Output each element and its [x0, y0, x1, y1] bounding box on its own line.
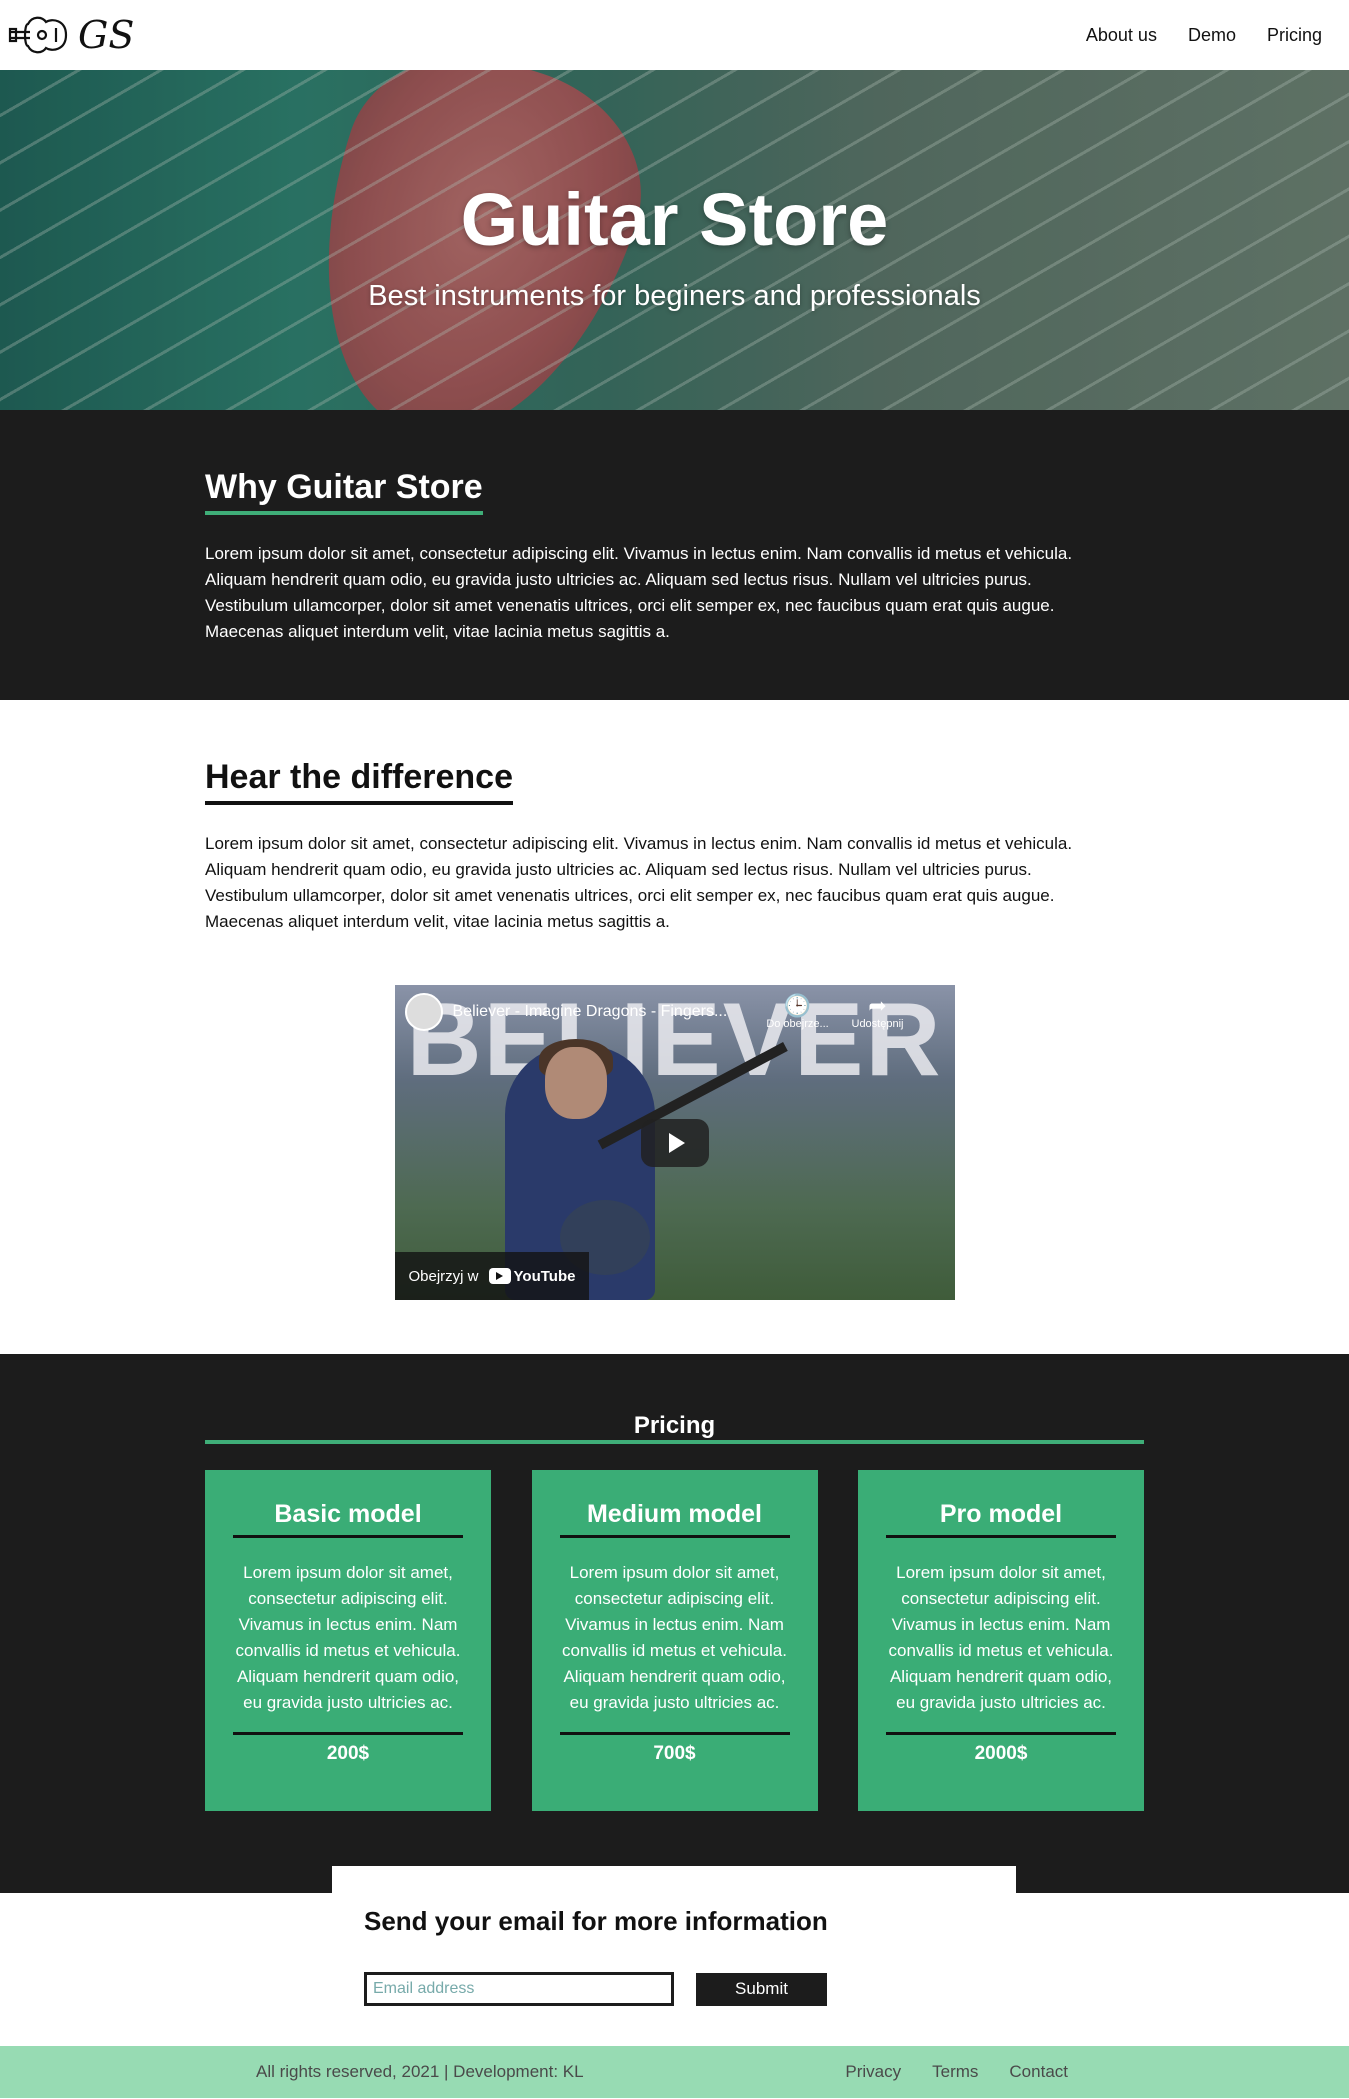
card-description: Lorem ipsum dolor sit amet, consectetur …: [233, 1560, 463, 1735]
email-heading: Send your email for more information: [364, 1906, 828, 1936]
youtube-logo: YouTube: [488, 1268, 575, 1285]
watch-on-youtube-button[interactable]: Obejrzyj w YouTube: [394, 1252, 590, 1300]
hear-section: Hear the difference Lorem ipsum dolor si…: [0, 700, 1349, 1354]
card-price: 2000$: [974, 1743, 1028, 1764]
card-title: Basic model: [233, 1500, 463, 1538]
footer-link-contact[interactable]: Contact: [1009, 2062, 1068, 2082]
pricing-cards: Basic model Lorem ipsum dolor sit amet, …: [205, 1470, 1144, 1811]
nav-links: About us Demo Pricing: [1086, 25, 1322, 46]
card-title: Medium model: [559, 1500, 790, 1538]
play-icon: [668, 1132, 685, 1153]
share-icon: ➦: [868, 993, 887, 1018]
why-body: Lorem ipsum dolor sit amet, consectetur …: [205, 544, 1073, 641]
footer-link-privacy[interactable]: Privacy: [845, 2062, 901, 2082]
pricing-card-medium: Medium model Lorem ipsum dolor sit amet,…: [531, 1470, 818, 1811]
nav-link-pricing[interactable]: Pricing: [1267, 25, 1322, 46]
copyright-text: All rights reserved, 2021 | Development:…: [256, 2062, 584, 2081]
email-input[interactable]: [364, 1972, 674, 2006]
video-top-bar: Believer - Imagine Dragons - Fingers... …: [404, 993, 945, 1031]
logo-text: GS: [78, 13, 135, 57]
submit-button[interactable]: Submit: [696, 1972, 827, 2006]
footer-links: Privacy Terms Contact: [845, 2062, 1068, 2082]
why-section: Why Guitar Store Lorem ipsum dolor sit a…: [0, 410, 1349, 700]
email-box: Send your email for more information Sub…: [332, 1866, 1016, 2046]
hero-title: Guitar Store: [460, 178, 889, 261]
email-form: Submit: [364, 1972, 984, 2006]
pricing-section: Pricing Basic model Lorem ipsum dolor si…: [0, 1354, 1349, 1866]
card-description: Lorem ipsum dolor sit amet, consectetur …: [559, 1560, 790, 1735]
pricing-heading: Pricing: [205, 1412, 1144, 1444]
hear-heading: Hear the difference: [205, 758, 513, 805]
email-section: Send your email for more information Sub…: [0, 1866, 1349, 2046]
card-description: Lorem ipsum dolor sit amet, consectetur …: [886, 1560, 1116, 1735]
logo[interactable]: GS: [8, 10, 134, 60]
why-heading: Why Guitar Store: [205, 468, 483, 515]
hear-body: Lorem ipsum dolor sit amet, consectetur …: [205, 834, 1073, 931]
youtube-icon: [488, 1268, 511, 1284]
pricing-card-pro: Pro model Lorem ipsum dolor sit amet, co…: [858, 1470, 1144, 1811]
footer-link-terms[interactable]: Terms: [932, 2062, 978, 2082]
hero-subtitle: Best instruments for beginers and profes…: [368, 280, 981, 312]
hero-banner: Guitar Store Best instruments for begine…: [0, 70, 1349, 410]
video-title[interactable]: Believer - Imagine Dragons - Fingers...: [453, 1003, 753, 1021]
footer: All rights reserved, 2021 | Development:…: [0, 2046, 1349, 2098]
top-nav: GS About us Demo Pricing: [0, 0, 1349, 70]
card-price: 200$: [326, 1743, 370, 1764]
card-title: Pro model: [886, 1500, 1116, 1538]
channel-avatar[interactable]: [404, 993, 443, 1031]
youtube-video-embed[interactable]: BELIEVER Believer - Imagine Dragons - Fi…: [394, 985, 955, 1300]
nav-link-about-us[interactable]: About us: [1086, 25, 1157, 46]
guitar-icon: [8, 16, 68, 54]
share-button[interactable]: ➦ Udostępnij: [843, 993, 913, 1031]
play-button[interactable]: [640, 1118, 709, 1167]
clock-icon: 🕒: [783, 993, 812, 1018]
card-price: 700$: [653, 1743, 696, 1764]
pricing-card-basic: Basic model Lorem ipsum dolor sit amet, …: [205, 1470, 491, 1811]
nav-link-demo[interactable]: Demo: [1188, 25, 1236, 46]
watch-later-button[interactable]: 🕒 Do obejrze...: [763, 993, 833, 1031]
